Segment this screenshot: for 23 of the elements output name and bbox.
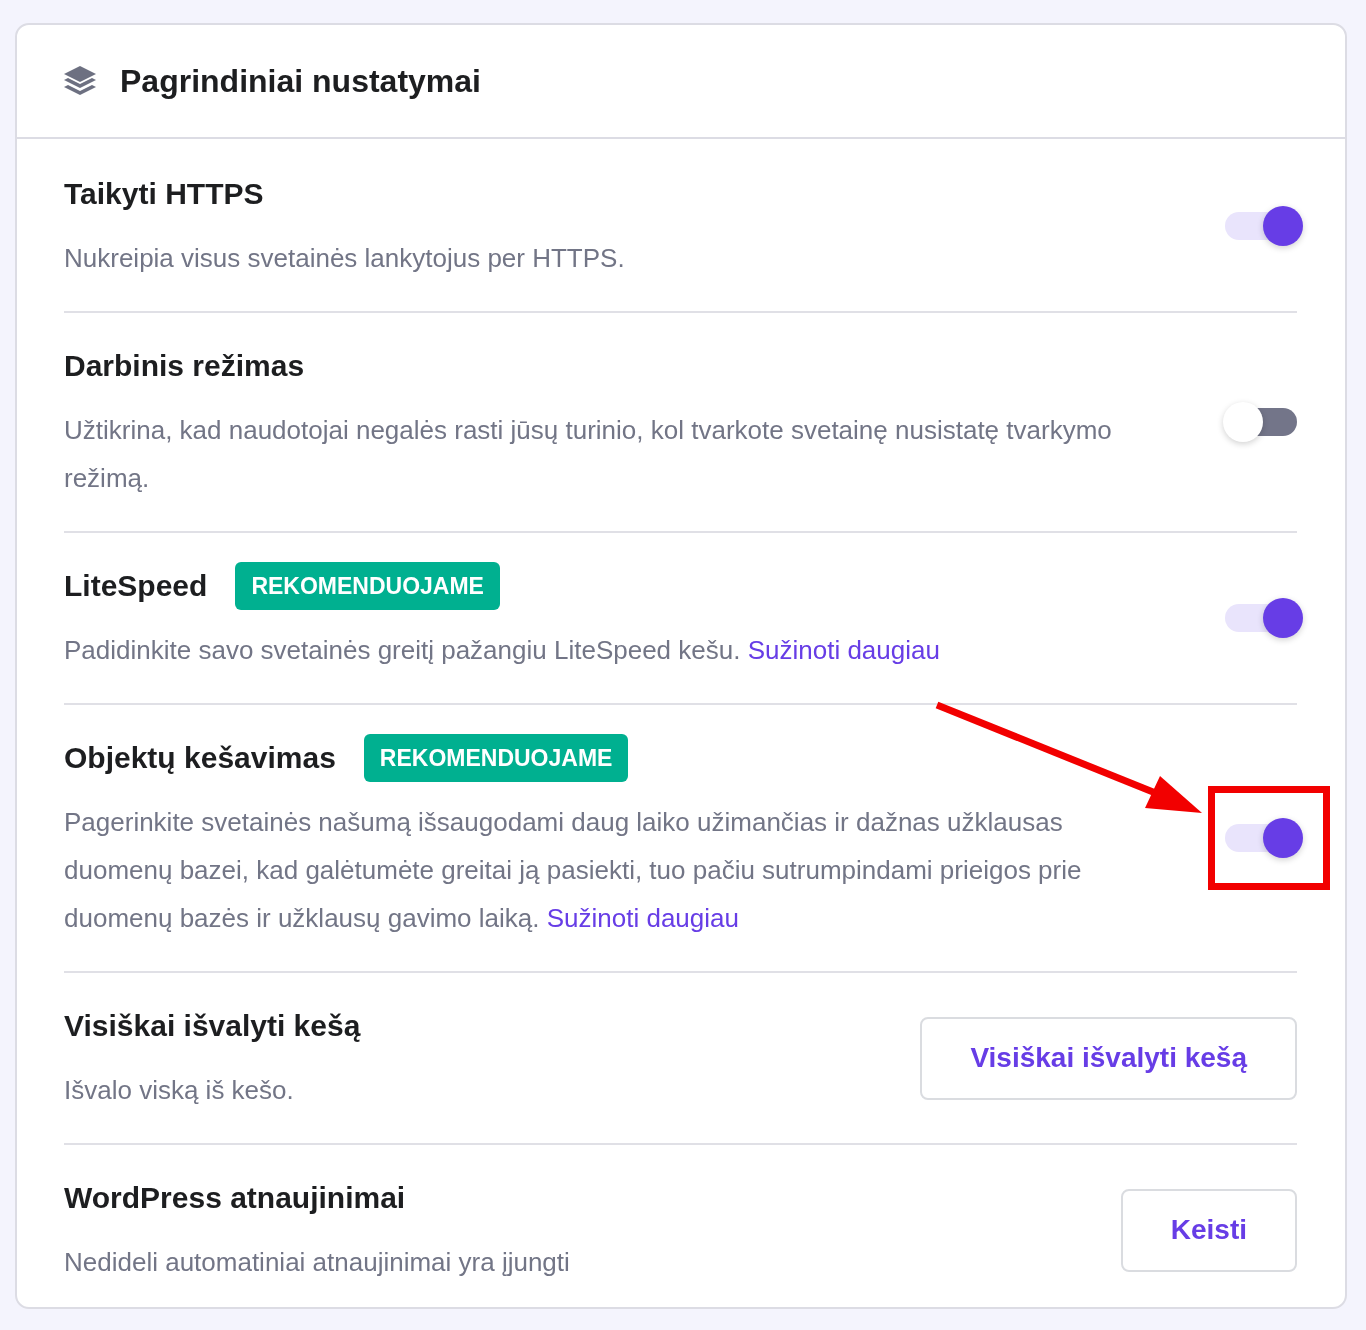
setting-description: Išvalo viską iš kešo. [64, 1074, 295, 1107]
action-button[interactable]: Visiškai išvalyti kešą [920, 1016, 1297, 1100]
layers-icon [64, 66, 96, 96]
setting-title: Visiškai išvalyti kešą [64, 1009, 361, 1043]
learn-more-link[interactable]: Sužinoti daugiau [546, 903, 739, 933]
setting-description: Nedideli automatiniai atnaujinimai yra įjungti [64, 1246, 570, 1279]
setting-description: Pagerinkite svetainės našumą išsaugodami daug laiko užimančias ir dažnas užklausas duomenų bazei, kad galėtumėte greitai ją pasiekti, tuo pačiu sutrumpindami prieigos prie duomenų bazės ir užklausų gavimo laiką. Sužinoti daugiau [64, 806, 1083, 935]
setting-description: Nukreipia visus svetainės lankytojus per HTTPS. [64, 242, 625, 275]
toggle-switch[interactable] [1223, 598, 1303, 638]
setting-description: Užtikrina, kad naudotojai negalės rasti jūsų turinio, kol tvarkote svetainę nusistatę tvarkymo režimą. [64, 414, 1113, 495]
setting-title: Taikyti HTTPS [64, 177, 264, 211]
setting-title: Objektų kešavimas [64, 741, 336, 775]
setting-title: WordPress atnaujinimai [64, 1181, 406, 1215]
learn-more-link[interactable]: Sužinoti daugiau [747, 635, 940, 665]
setting-title: LiteSpeed [64, 569, 208, 603]
setting-description: Padidinkite savo svetainės greitį pažangiu LiteSpeed kešu. Sužinoti daugiau [64, 634, 940, 667]
action-button[interactable]: Keisti [1120, 1188, 1297, 1272]
toggle-switch[interactable] [1223, 206, 1303, 246]
setting-title: Darbinis režimas [64, 349, 305, 383]
recommended-badge: REKOMENDUOJAME [363, 734, 629, 782]
panel-title: Pagrindiniai nustatymai [120, 62, 481, 100]
recommended-badge: REKOMENDUOJAME [235, 562, 500, 610]
toggle-switch[interactable] [1223, 818, 1303, 858]
